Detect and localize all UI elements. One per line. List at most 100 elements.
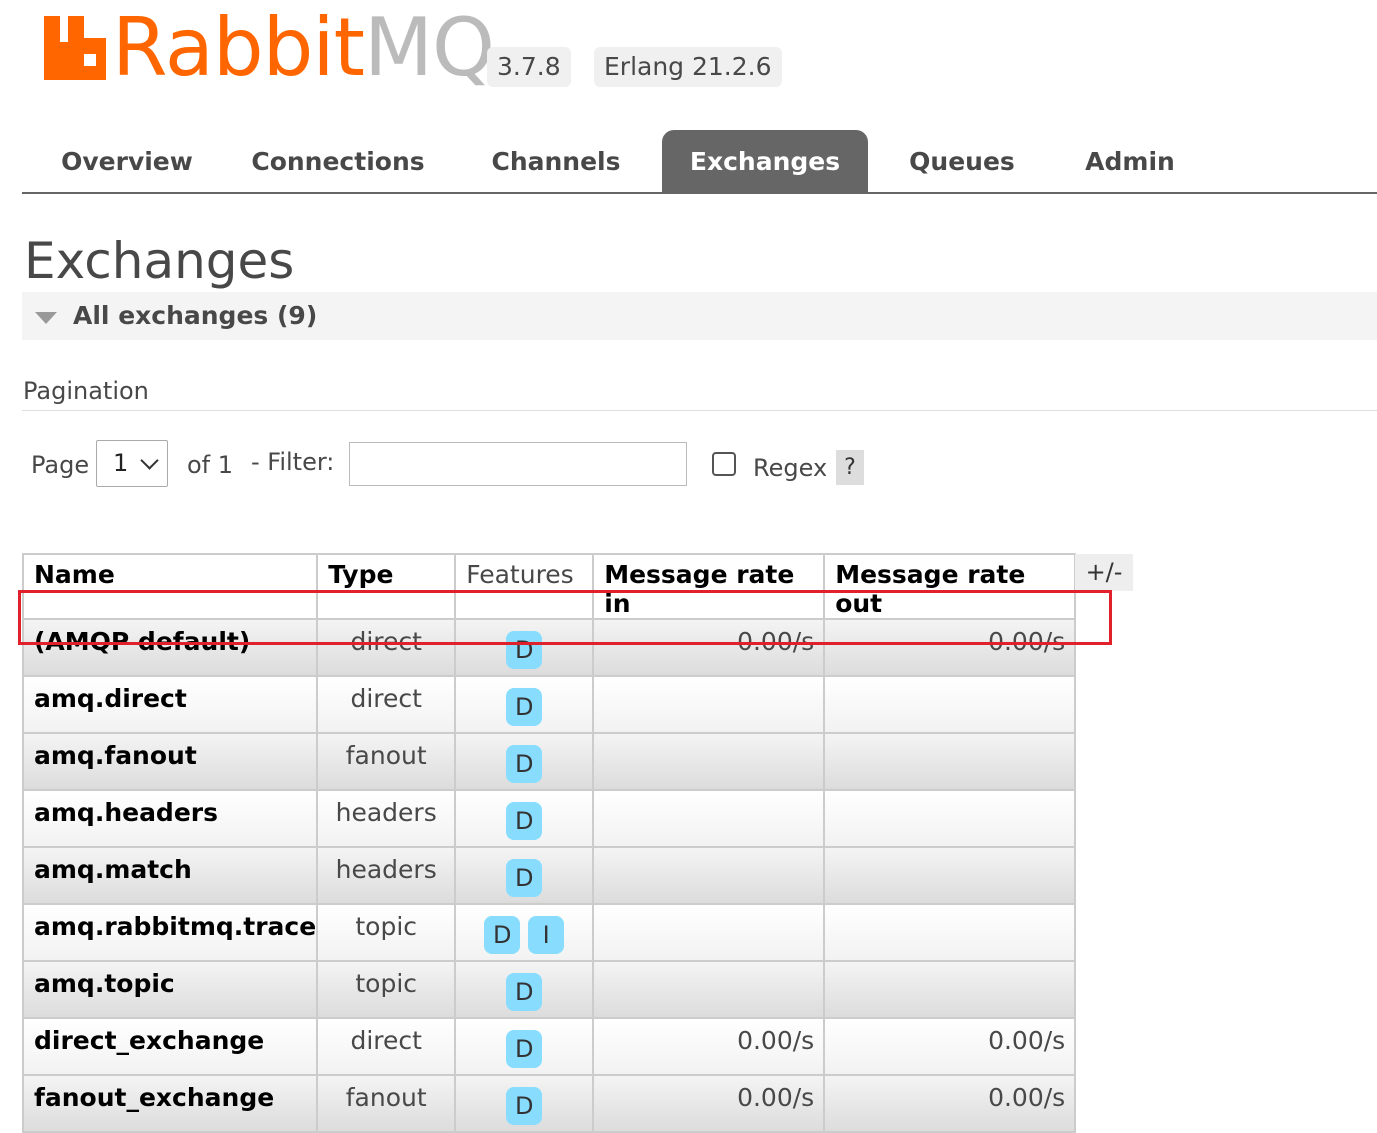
- column-header-rate-in[interactable]: Message rate in: [592, 553, 826, 620]
- durable-feature-badge: D: [506, 859, 543, 897]
- version-badge: 3.7.8: [487, 47, 571, 87]
- main-nav-tabs: Overview Connections Channels Exchanges …: [22, 130, 1377, 194]
- table-row[interactable]: (AMQP default) direct D 0.00/s 0.00/s: [21, 618, 1077, 677]
- tab-exchanges[interactable]: Exchanges: [662, 130, 868, 192]
- message-rate-out: 0.00/s: [823, 1074, 1077, 1133]
- tab-overview[interactable]: Overview: [32, 130, 222, 192]
- page-label: Page: [31, 451, 90, 479]
- exchange-name-link[interactable]: amq.rabbitmq.trace: [21, 903, 319, 962]
- exchange-features: D: [454, 732, 595, 791]
- column-header-name[interactable]: Name: [21, 553, 319, 620]
- message-rate-in: 0.00/s: [592, 618, 826, 677]
- message-rate-out: 0.00/s: [823, 618, 1077, 677]
- logo-mq-text: MQ: [364, 1, 495, 94]
- column-header-features: Features: [454, 553, 595, 620]
- page-select-value: 1: [113, 449, 129, 477]
- exchange-type: fanout: [316, 1074, 457, 1133]
- exchange-type: topic: [316, 903, 457, 962]
- exchange-name-link[interactable]: amq.headers: [21, 789, 319, 848]
- exchange-name-link[interactable]: amq.fanout: [21, 732, 319, 791]
- all-exchanges-section-toggle[interactable]: All exchanges (9): [22, 292, 1377, 340]
- exchange-features: D: [454, 1074, 595, 1133]
- exchange-features: D: [454, 789, 595, 848]
- tab-queues[interactable]: Queues: [894, 130, 1030, 192]
- table-row[interactable]: amq.direct direct D: [21, 675, 1077, 734]
- erlang-version-badge: Erlang 21.2.6: [594, 47, 782, 87]
- exchange-name-link[interactable]: fanout_exchange: [21, 1074, 319, 1133]
- durable-feature-badge: D: [506, 973, 543, 1011]
- exchange-type: direct: [316, 1017, 457, 1076]
- pagination-heading: Pagination: [23, 377, 149, 405]
- regex-checkbox[interactable]: [712, 452, 736, 476]
- durable-feature-badge: D: [506, 802, 543, 840]
- message-rate-out: 0.00/s: [823, 1017, 1077, 1076]
- message-rate-out: [823, 789, 1077, 848]
- rabbitmq-logo[interactable]: RabbitMQ TM: [44, 8, 512, 88]
- filter-label: - Filter:: [251, 448, 335, 476]
- regex-help-button[interactable]: ?: [836, 450, 864, 485]
- exchange-features: DI: [454, 903, 595, 962]
- internal-feature-badge: I: [528, 916, 565, 954]
- collapse-triangle-icon: [35, 312, 57, 324]
- exchange-name-link[interactable]: amq.match: [21, 846, 319, 905]
- filter-input[interactable]: [349, 442, 687, 486]
- page-count-label: of 1: [187, 451, 234, 479]
- exchange-type: headers: [316, 846, 457, 905]
- message-rate-in: [592, 789, 826, 848]
- exchange-features: D: [454, 846, 595, 905]
- exchange-type: direct: [316, 618, 457, 677]
- table-row[interactable]: amq.rabbitmq.trace topic D I: [21, 903, 1077, 962]
- durable-feature-badge: D: [506, 688, 543, 726]
- table-header-row: Name Type Features Message rate in Messa…: [21, 553, 1077, 620]
- durable-feature-badge: D: [506, 1087, 543, 1125]
- regex-label: Regex: [753, 454, 828, 482]
- durable-feature-badge: D: [484, 916, 521, 954]
- tab-channels[interactable]: Channels: [476, 130, 636, 192]
- table-row[interactable]: direct_exchange direct D 0.00/s 0.00/s: [21, 1017, 1077, 1076]
- message-rate-in: [592, 846, 826, 905]
- message-rate-in: 0.00/s: [592, 1017, 826, 1076]
- message-rate-out: [823, 732, 1077, 791]
- message-rate-in: [592, 960, 826, 1019]
- rabbit-logo-icon: [44, 16, 106, 80]
- message-rate-in: 0.00/s: [592, 1074, 826, 1133]
- table-row[interactable]: amq.headers headers D: [21, 789, 1077, 848]
- tab-admin[interactable]: Admin: [1072, 130, 1188, 192]
- pagination-divider: [22, 410, 1377, 411]
- message-rate-in: [592, 732, 826, 791]
- table-row[interactable]: amq.fanout fanout D: [21, 732, 1077, 791]
- chevron-down-icon: [140, 451, 159, 470]
- tab-connections[interactable]: Connections: [244, 130, 432, 192]
- exchange-type: topic: [316, 960, 457, 1019]
- table-row[interactable]: fanout_exchange fanout D 0.00/s 0.00/s: [21, 1074, 1077, 1133]
- column-toggle-button[interactable]: +/-: [1075, 554, 1133, 591]
- exchange-name-link[interactable]: (AMQP default): [21, 618, 319, 677]
- durable-feature-badge: D: [506, 745, 543, 783]
- message-rate-out: [823, 960, 1077, 1019]
- message-rate-out: [823, 903, 1077, 962]
- exchange-features: D: [454, 960, 595, 1019]
- exchange-type: fanout: [316, 732, 457, 791]
- message-rate-in: [592, 675, 826, 734]
- exchange-name-link[interactable]: amq.direct: [21, 675, 319, 734]
- exchange-type: headers: [316, 789, 457, 848]
- message-rate-in: [592, 903, 826, 962]
- page-title: Exchanges: [24, 232, 295, 290]
- table-row[interactable]: amq.topic topic D: [21, 960, 1077, 1019]
- page-select[interactable]: 1: [96, 440, 168, 487]
- exchanges-table: Name Type Features Message rate in Messa…: [21, 553, 1077, 1133]
- durable-feature-badge: D: [506, 1030, 543, 1068]
- section-title: All exchanges (9): [73, 301, 318, 330]
- exchange-features: D: [454, 675, 595, 734]
- table-row[interactable]: amq.match headers D: [21, 846, 1077, 905]
- exchange-name-link[interactable]: direct_exchange: [21, 1017, 319, 1076]
- exchange-features: D: [454, 1017, 595, 1076]
- column-header-rate-out[interactable]: Message rate out: [823, 553, 1077, 620]
- durable-feature-badge: D: [506, 631, 543, 669]
- logo-rabbit-text: Rabbit: [112, 1, 365, 94]
- message-rate-out: [823, 675, 1077, 734]
- exchange-type: direct: [316, 675, 457, 734]
- exchange-features: D: [454, 618, 595, 677]
- column-header-type[interactable]: Type: [316, 553, 457, 620]
- exchange-name-link[interactable]: amq.topic: [21, 960, 319, 1019]
